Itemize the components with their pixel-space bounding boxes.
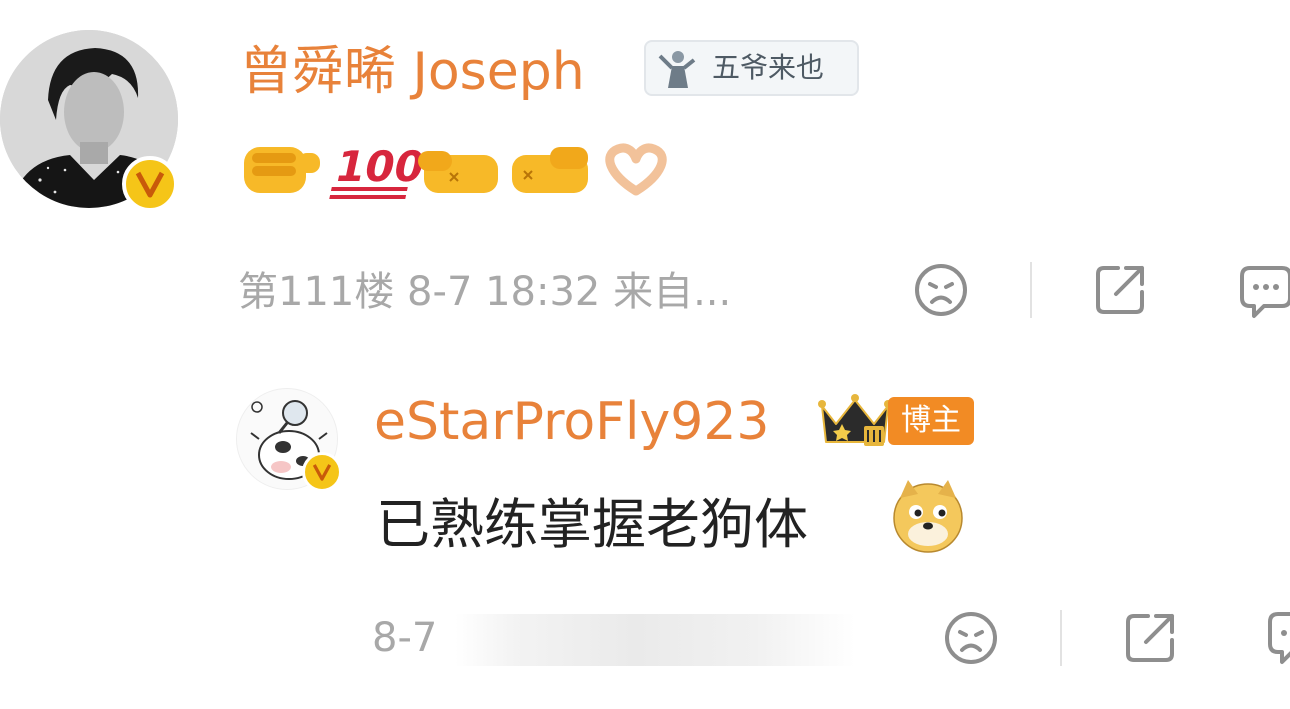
reply-date: 8-7 <box>372 615 438 661</box>
heart-hands-emoji <box>605 143 667 196</box>
pointing-fist-emoji <box>244 147 320 193</box>
medal-figure-icon <box>658 51 696 88</box>
dislike-icon[interactable] <box>913 262 969 318</box>
reply-share-icon[interactable] <box>1122 610 1178 666</box>
share-icon[interactable] <box>1092 262 1148 318</box>
doge-emoji <box>888 476 968 556</box>
right-facing-fist-emoji <box>512 147 588 193</box>
hundred-points-emoji: 100 <box>329 143 429 199</box>
comment-emoji-row: 100 <box>238 133 688 203</box>
comment-icon[interactable] <box>1236 262 1290 322</box>
reply-username[interactable]: eStarProFly923 <box>374 392 770 452</box>
svg-text:100: 100 <box>331 143 429 191</box>
crown-level-icon <box>818 392 892 450</box>
reply-text: 已熟练掌握老狗体 <box>376 493 808 556</box>
medal-label: 五爷来也 <box>712 51 825 84</box>
reply-action-divider <box>1060 610 1062 666</box>
fan-medal-badge[interactable]: 五爷来也 <box>644 40 859 96</box>
reply-dislike-icon[interactable] <box>943 610 999 666</box>
reply-verified-badge-icon <box>302 452 342 492</box>
reply-meta-obscured <box>455 614 855 666</box>
action-divider <box>1030 262 1032 318</box>
commenter-username[interactable]: 曾舜晞 Joseph <box>240 42 585 102</box>
blogger-tag: 博主 <box>888 397 974 445</box>
left-facing-fist-emoji <box>418 151 498 193</box>
reply-comment-icon[interactable] <box>1264 608 1290 670</box>
verified-badge-icon <box>122 156 178 212</box>
comment-meta: 第111楼 8-7 18:32 来自... <box>238 269 732 315</box>
